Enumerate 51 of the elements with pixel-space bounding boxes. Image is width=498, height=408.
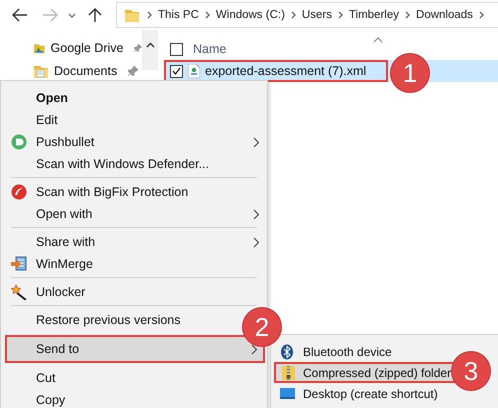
folder-icon xyxy=(125,8,139,22)
dropdown-caret-icon[interactable] xyxy=(68,12,76,18)
chevron-icon[interactable] xyxy=(147,11,152,19)
breadcrumb[interactable]: Timberley xyxy=(348,9,400,21)
app-logo-icon xyxy=(10,134,26,150)
menu-item[interactable]: Desktop (create shortcut) xyxy=(271,383,451,404)
breadcrumb[interactable]: This PC xyxy=(158,9,199,21)
swoosh-logo-icon xyxy=(10,184,26,200)
menu-item[interactable]: Scan with BigFix Protection xyxy=(1,181,192,203)
pin-icon[interactable] xyxy=(128,66,138,76)
menu-item[interactable]: Copy xyxy=(1,389,70,408)
sidebar-item[interactable]: Google Drive xyxy=(34,36,142,59)
xml-file-icon xyxy=(188,64,200,78)
address-bar[interactable]: This PC Windows (C:) Users Timberley Downloads xyxy=(116,2,498,28)
up-arrow-icon[interactable] xyxy=(88,7,102,23)
breadcrumb[interactable]: Users xyxy=(302,9,332,21)
menu-item[interactable]: Edit xyxy=(1,109,62,131)
documents-folder-icon xyxy=(34,64,48,78)
scroll-up-icon[interactable] xyxy=(146,42,154,48)
callout-badge: 1 xyxy=(391,54,429,92)
breadcrumb[interactable]: Windows (C:) xyxy=(216,9,285,21)
sort-caret-icon xyxy=(373,37,383,43)
breadcrumb[interactable]: Downloads xyxy=(416,9,473,21)
select-all-checkbox[interactable] xyxy=(170,42,183,56)
menu-item[interactable]: Restore previous versions xyxy=(1,309,185,331)
menu-item[interactable]: Unlocker xyxy=(1,281,90,303)
magic-wand-icon xyxy=(10,284,26,300)
zip-folder-icon xyxy=(281,364,296,380)
column-header[interactable]: Name xyxy=(193,42,226,56)
row-checkbox[interactable] xyxy=(170,64,183,78)
chevron-icon[interactable] xyxy=(405,11,410,19)
chevron-icon[interactable] xyxy=(478,11,484,19)
chevron-icon[interactable] xyxy=(290,11,296,19)
menu-item[interactable]: Pushbullet xyxy=(1,131,267,153)
chevron-icon[interactable] xyxy=(338,11,343,19)
chevron-icon[interactable] xyxy=(204,11,210,19)
menu-item[interactable]: Compressed (zipped) folder xyxy=(274,362,456,383)
menu-item[interactable]: Open with xyxy=(1,203,267,225)
bluetooth-icon xyxy=(280,344,294,360)
monitor-icon xyxy=(280,386,294,402)
menu-item[interactable]: WinMerge xyxy=(1,253,97,275)
menu-item[interactable]: Open xyxy=(1,87,72,109)
sidebar-item[interactable]: Documents xyxy=(34,59,142,82)
back-arrow-icon[interactable] xyxy=(12,8,28,22)
menu-item[interactable]: Scan with Windows Defender... xyxy=(1,153,213,175)
menu-item[interactable]: Share with xyxy=(1,231,267,253)
menu-item[interactable]: Send to xyxy=(5,335,265,363)
merge-arrow-icon xyxy=(10,256,26,272)
menu-item[interactable]: Cut xyxy=(1,367,60,389)
checkmark-icon xyxy=(172,67,181,75)
file-name: exported-assessment (7).xml xyxy=(205,64,366,78)
